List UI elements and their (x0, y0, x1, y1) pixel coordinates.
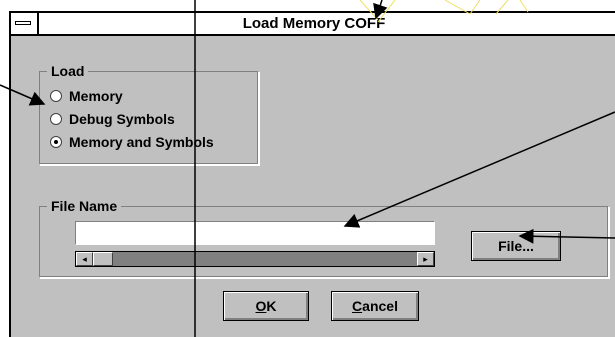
radio-label-debug-symbols: Debug Symbols (69, 111, 175, 127)
scroll-thumb[interactable] (93, 252, 113, 266)
radio-button-debug-symbols[interactable] (50, 113, 62, 125)
file-browse-button[interactable]: File... (471, 231, 561, 261)
scroll-left-arrow-icon[interactable]: ◂ (76, 252, 93, 266)
file-name-group-label: File Name (47, 197, 122, 215)
cancel-button-label-rest: ancel (362, 298, 398, 314)
radio-memory[interactable]: Memory (50, 86, 123, 106)
file-name-input[interactable] (75, 221, 435, 245)
screenshot-stage: Load Memory COFF Load Memory Debug Symbo… (0, 0, 615, 337)
radio-label-memory-and-symbols: Memory and Symbols (69, 134, 214, 150)
radio-button-memory[interactable] (50, 90, 62, 102)
file-browse-button-label: File... (498, 238, 534, 254)
load-group: Load Memory Debug Symbols Memory and Sym… (39, 62, 259, 165)
radio-button-memory-and-symbols[interactable] (50, 136, 62, 148)
radio-label-memory: Memory (69, 88, 123, 104)
ok-button-label-rest: K (266, 298, 277, 314)
dialog-title: Load Memory COFF (242, 15, 386, 32)
file-name-horizontal-scrollbar[interactable]: ◂ ▸ (75, 251, 435, 267)
radio-debug-symbols[interactable]: Debug Symbols (50, 109, 175, 129)
load-group-label: Load (47, 62, 89, 80)
ok-button-accel: O (255, 298, 267, 314)
radio-memory-and-symbols[interactable]: Memory and Symbols (50, 132, 214, 152)
ok-button[interactable]: OK (223, 291, 309, 321)
system-menu-button[interactable] (11, 13, 39, 34)
cancel-button[interactable]: Cancel (331, 291, 419, 321)
title-bar: Load Memory COFF (11, 13, 615, 36)
load-memory-coff-dialog: Load Memory COFF Load Memory Debug Symbo… (9, 11, 615, 337)
cancel-button-accel: C (352, 298, 363, 314)
scroll-right-arrow-icon[interactable]: ▸ (417, 252, 434, 266)
system-menu-icon (15, 21, 31, 25)
